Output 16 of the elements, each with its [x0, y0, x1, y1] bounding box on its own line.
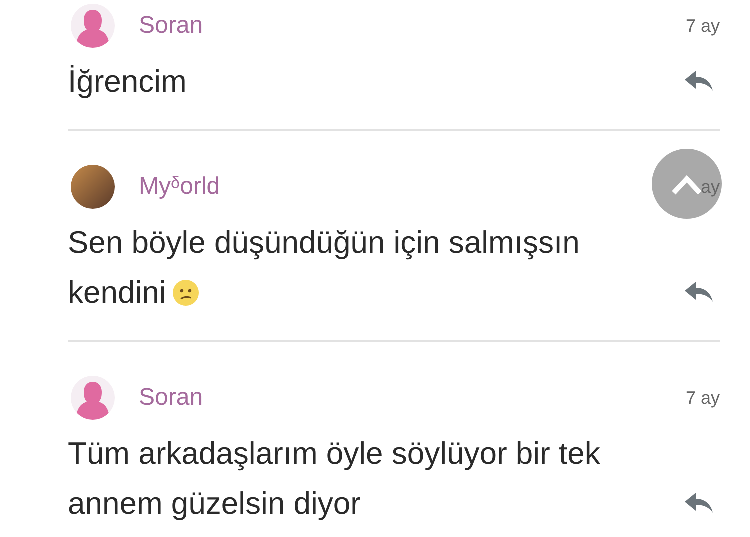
comment-text: İğrencim	[68, 63, 188, 101]
reply-icon[interactable]	[684, 280, 714, 304]
comment-time: ay	[700, 176, 720, 198]
comment-time: 7 ay	[686, 388, 720, 408]
comment-text: Sen böyle düşündüğün için salmışsın kendini	[68, 224, 581, 312]
reply-icon[interactable]	[684, 69, 714, 93]
photo-placeholder	[71, 165, 115, 209]
confused-face-icon	[172, 279, 200, 307]
comment-text: Tüm arkadaşlarım öyle söylüyor bir tek annem güzelsin diyor	[68, 435, 602, 523]
reply-icon[interactable]	[684, 491, 714, 515]
username[interactable]: Soran	[139, 12, 204, 40]
avatar-silhouette-icon	[71, 4, 115, 48]
comment-time: 7 ay	[686, 16, 720, 36]
avatar-silhouette-icon	[71, 376, 115, 420]
username[interactable]: Myᵟorld	[139, 173, 220, 201]
username[interactable]: Soran	[139, 384, 204, 412]
